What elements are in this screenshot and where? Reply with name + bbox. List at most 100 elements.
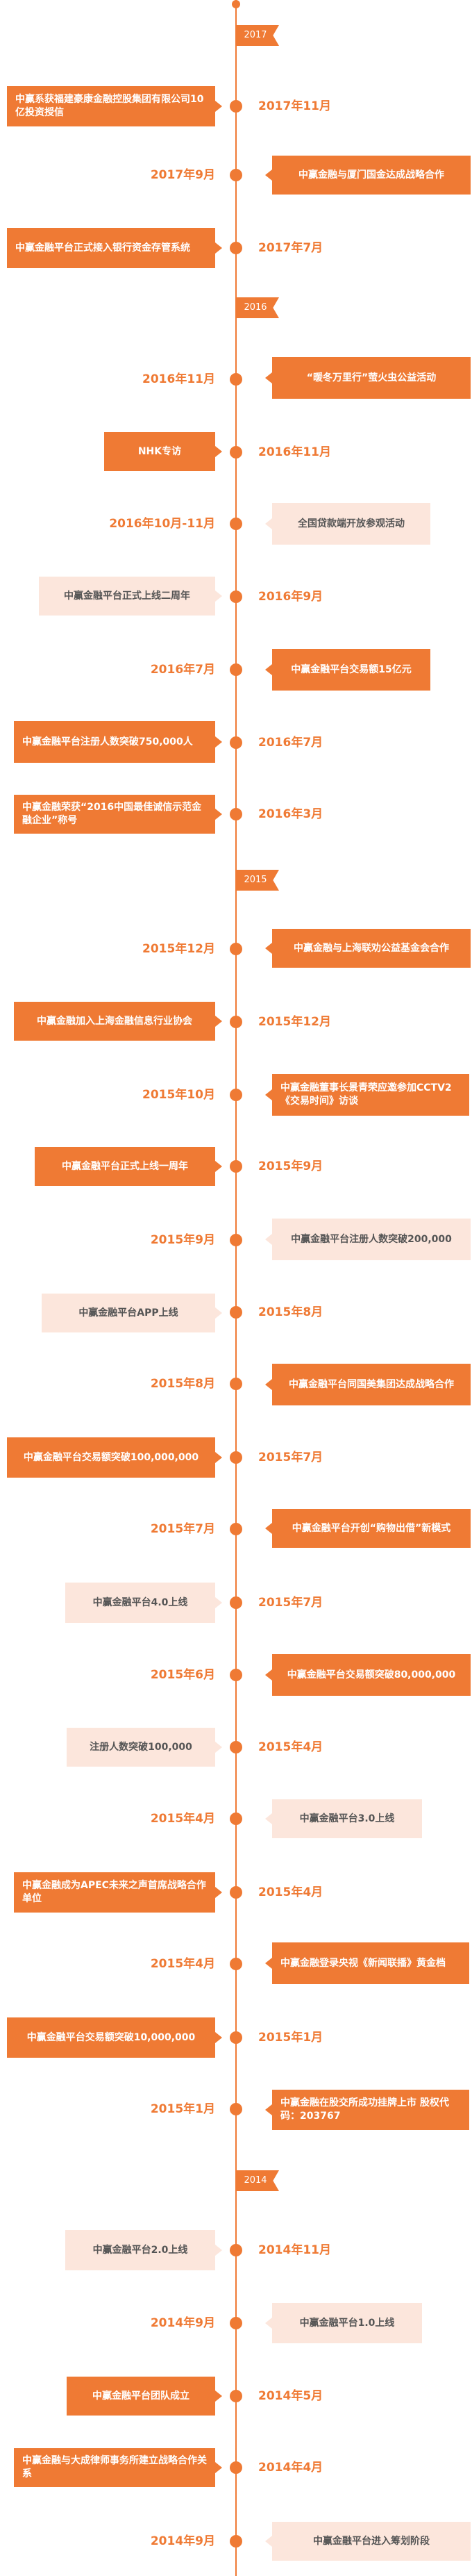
event-card: 中赢金融在股交所成功挂牌上市 股权代码：203767 bbox=[265, 2090, 469, 2130]
timeline-dot bbox=[230, 1886, 242, 1899]
timeline-dot bbox=[230, 1089, 242, 1101]
timeline-dot bbox=[230, 2390, 242, 2402]
event-card: 中赢金融平台交易额突破80,000,000 bbox=[265, 1654, 471, 1696]
event-date: 2015年8月 bbox=[150, 1377, 215, 1391]
timeline-dot bbox=[230, 1741, 242, 1753]
timeline-dot bbox=[230, 2244, 242, 2256]
event-date: 2016年10月-11月 bbox=[109, 517, 215, 531]
year-tag-2014: 2014 bbox=[236, 2170, 279, 2191]
timeline-dot bbox=[230, 2317, 242, 2329]
event-date: 2015年8月 bbox=[258, 1305, 323, 1319]
event-date: 2016年11月 bbox=[258, 445, 331, 459]
timeline-dot bbox=[230, 1669, 242, 1681]
event-date: 2017年7月 bbox=[258, 241, 323, 255]
year-tag-2017: 2017 bbox=[236, 25, 279, 46]
event-date: 2014年9月 bbox=[150, 2534, 215, 2548]
timeline-dot bbox=[230, 663, 242, 676]
timeline-dot bbox=[230, 1234, 242, 1246]
event-card: 中赢金融平台注册人数突破750,000人 bbox=[14, 721, 222, 763]
event-card: 中赢金融平台正式上线二周年 bbox=[39, 577, 222, 616]
event-date: 2014年5月 bbox=[258, 2389, 323, 2403]
event-date: 2015年9月 bbox=[150, 1233, 215, 1247]
timeline-dot bbox=[230, 591, 242, 603]
event-date: 2015年10月 bbox=[142, 1088, 215, 1102]
event-date: 2015年12月 bbox=[142, 942, 215, 956]
event-card: 中赢金融平台交易额15亿元 bbox=[265, 649, 430, 691]
event-card: 中赢金融平台正式接入银行资金存管系统 bbox=[7, 228, 222, 268]
year-tag-2016: 2016 bbox=[236, 297, 279, 318]
event-card: 中赢金融平台交易额突破100,000,000 bbox=[7, 1437, 222, 1478]
event-date: 2015年4月 bbox=[150, 1957, 215, 1971]
event-card: 中赢金融与厦门国金达成战略合作 bbox=[265, 156, 471, 195]
timeline-dot bbox=[230, 1306, 242, 1319]
event-card: 全国贷款端开放参观活动 bbox=[265, 503, 430, 545]
event-card: 中赢金融成为APEC未来之声首席战略合作单位 bbox=[14, 1872, 222, 1913]
timeline-dot bbox=[230, 1813, 242, 1825]
event-date: 2015年6月 bbox=[150, 1668, 215, 1682]
event-card: 中赢金融平台正式上线一周年 bbox=[35, 1147, 222, 1186]
event-date: 2016年9月 bbox=[258, 590, 323, 604]
timeline-dot bbox=[230, 2535, 242, 2548]
event-date: 2015年4月 bbox=[258, 1740, 323, 1754]
event-card: 中赢金融平台注册人数突破200,000 bbox=[265, 1219, 471, 1260]
event-date: 2015年4月 bbox=[150, 1812, 215, 1826]
timeline-dot bbox=[230, 373, 242, 386]
event-card: 中赢金融平台交易额突破10,000,000 bbox=[7, 2017, 222, 2058]
timeline-dot bbox=[230, 736, 242, 749]
timeline-dot bbox=[230, 1016, 242, 1028]
event-card: 中赢金融平台开创“购物出借”新模式 bbox=[265, 1509, 471, 1548]
event-date: 2015年1月 bbox=[150, 2102, 215, 2116]
timeline-dot bbox=[230, 808, 242, 820]
event-date: 2015年1月 bbox=[258, 2031, 323, 2045]
timeline-dot bbox=[230, 518, 242, 530]
timeline-dot bbox=[230, 943, 242, 955]
timeline-dot bbox=[230, 100, 242, 113]
event-card: 中赢金融平台1.0上线 bbox=[265, 2303, 422, 2343]
event-card: NHK专访 bbox=[104, 432, 222, 471]
timeline-dot bbox=[230, 2461, 242, 2474]
timeline: 2017 2016 2015 2014 2017年11月 中赢系获福建豪康金融控… bbox=[0, 0, 472, 2576]
event-date: 2016年11月 bbox=[142, 372, 215, 386]
event-card: 中赢金融平台APP上线 bbox=[42, 1294, 222, 1332]
event-card: 中赢金融平台团队成立 bbox=[67, 2377, 222, 2416]
event-card: 中赢金融平台同国美集团达成战略合作 bbox=[265, 1364, 471, 1405]
event-card: 中赢金融与大成律师事务所建立战略合作关系 bbox=[14, 2448, 222, 2487]
event-date: 2017年11月 bbox=[258, 99, 331, 113]
timeline-dot bbox=[230, 1451, 242, 1464]
event-card: 中赢金融平台3.0上线 bbox=[265, 1799, 422, 1838]
event-date: 2015年4月 bbox=[258, 1885, 323, 1899]
event-card: 中赢金融荣获“2016中国最佳诚信示范金融企业”称号 bbox=[14, 795, 222, 834]
event-date: 2015年9月 bbox=[258, 1159, 323, 1173]
event-date: 2014年9月 bbox=[150, 2316, 215, 2330]
timeline-dot bbox=[230, 2031, 242, 2044]
timeline-dot bbox=[230, 1523, 242, 1535]
timeline-dot bbox=[230, 1160, 242, 1173]
year-tag-2015: 2015 bbox=[236, 870, 279, 891]
timeline-dot bbox=[230, 1596, 242, 1609]
timeline-dot bbox=[230, 1378, 242, 1390]
event-card: 中赢金融登录央视《新闻联播》黄金档 bbox=[265, 1942, 469, 1984]
event-card: 注册人数突破100,000 bbox=[67, 1728, 222, 1767]
event-date: 2016年7月 bbox=[258, 736, 323, 750]
timeline-dot bbox=[230, 242, 242, 254]
timeline-dot bbox=[230, 1958, 242, 1970]
event-date: 2016年7月 bbox=[150, 663, 215, 677]
timeline-start-dot bbox=[232, 0, 240, 8]
event-date: 2015年7月 bbox=[150, 1522, 215, 1536]
timeline-dot bbox=[230, 169, 242, 181]
event-card: 中赢金融董事长景青荣应邀参加CCTV2《交易时间》访谈 bbox=[265, 1074, 469, 1116]
event-date: 2017年9月 bbox=[150, 168, 215, 182]
timeline-dot bbox=[230, 2103, 242, 2115]
event-date: 2015年12月 bbox=[258, 1015, 331, 1029]
event-date: 2015年7月 bbox=[258, 1596, 323, 1610]
event-date: 2014年4月 bbox=[258, 2461, 323, 2475]
event-card: 中赢金融平台4.0上线 bbox=[65, 1583, 222, 1623]
timeline-dot bbox=[230, 446, 242, 459]
event-card: 中赢金融与上海联劝公益基金会合作 bbox=[265, 929, 471, 968]
event-card: 中赢金融平台进入筹划阶段 bbox=[265, 2522, 471, 2561]
event-card: 中赢系获福建豪康金融控股集团有限公司10亿投资授信 bbox=[7, 86, 222, 126]
event-card: 中赢金融平台2.0上线 bbox=[65, 2230, 222, 2270]
event-date: 2015年7月 bbox=[258, 1451, 323, 1464]
event-date: 2014年11月 bbox=[258, 2243, 331, 2257]
event-date: 2016年3月 bbox=[258, 807, 323, 821]
